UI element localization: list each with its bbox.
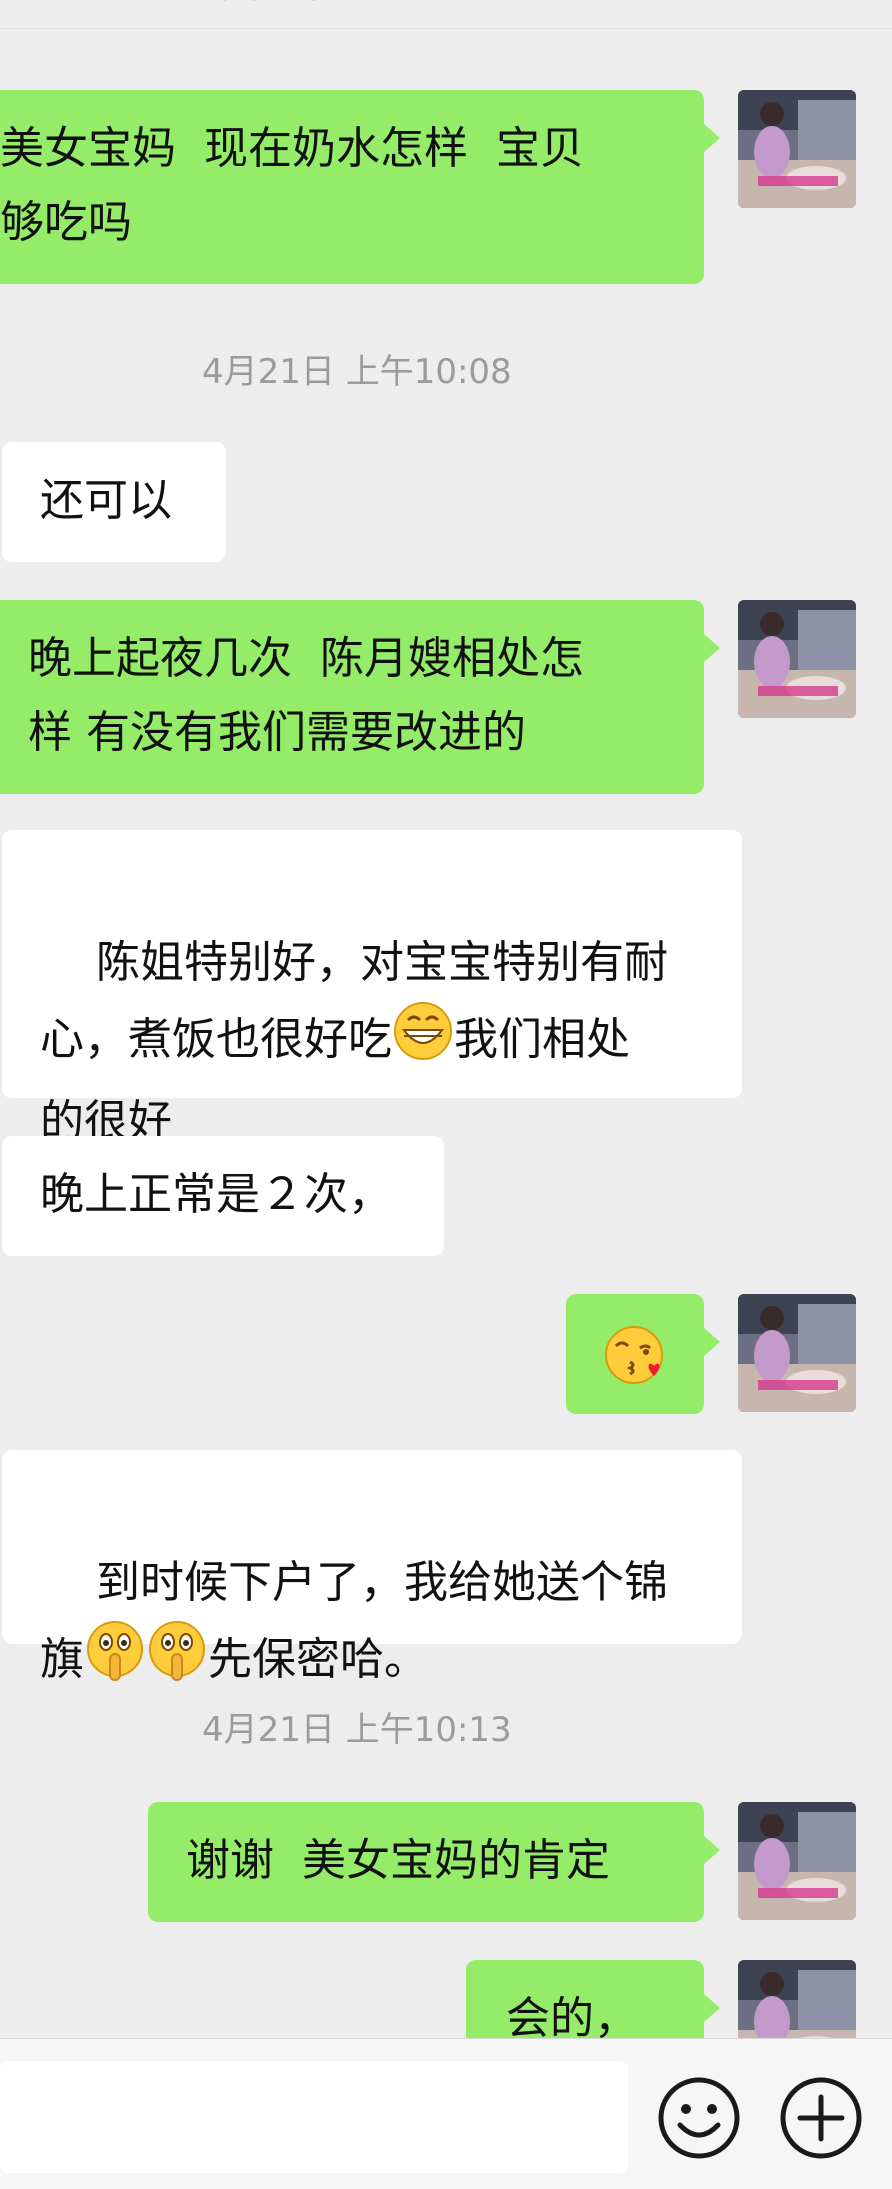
avatar-photo — [738, 600, 856, 718]
avatar[interactable] — [738, 1802, 856, 1920]
more-plus-button[interactable] — [778, 2075, 864, 2161]
sent-message-bubble[interactable]: 谢谢 美女宝妈的肯定 — [148, 1802, 720, 1922]
message-text: 谢谢 美女宝妈的肯定 — [186, 1835, 610, 1886]
message-text-part: 先保密哈。 — [208, 1634, 428, 1685]
received-message-bubble[interactable]: 晚上正常是２次， — [2, 1136, 444, 1256]
kissing-face-emoji-icon — [602, 1322, 668, 1411]
received-message-bubble[interactable]: 到时候下户了，我给她送个锦 旗先保密哈。 — [2, 1450, 742, 1685]
avatar[interactable] — [738, 1294, 856, 1412]
shushing-emoji-icon — [146, 1620, 208, 1705]
previous-message-edge: ·· · ·· — [0, 0, 892, 29]
sent-message-bubble[interactable]: 美女宝妈 现在奶水怎样 宝贝 够吃吗 — [0, 90, 720, 284]
avatar-photo — [738, 1294, 856, 1412]
timestamp: 4月21日 上午10:13 — [202, 1710, 512, 1750]
sent-message-bubble[interactable]: 😘 — [566, 1294, 720, 1414]
emoji-button[interactable] — [656, 2075, 742, 2161]
timestamp: 4月21日 上午10:08 — [202, 352, 512, 392]
grinning-emoji-icon — [392, 1000, 454, 1085]
cutoff-text-fragment: ·· · ·· — [220, 0, 420, 12]
message-text: 晚上起夜几次 陈月嫂相处怎 样 有没有我们需要改进的 — [28, 633, 584, 758]
received-message-bubble[interactable]: 陈姐特别好，对宝宝特别有耐 心，煮饭也很好吃 我们相处 的很好 — [2, 830, 742, 1147]
plus-circle-icon — [780, 2077, 862, 2159]
received-message-bubble[interactable]: 还可以 — [2, 442, 226, 562]
message-text: 晚上正常是２次， — [40, 1169, 392, 1220]
chat-input-bar — [0, 2038, 892, 2189]
message-input[interactable] — [0, 2061, 628, 2173]
avatar[interactable] — [738, 90, 856, 208]
shushing-emoji-icon — [84, 1620, 146, 1705]
message-text: 美女宝妈 现在奶水怎样 宝贝 够吃吗 — [0, 123, 584, 248]
avatar-photo — [738, 1802, 856, 1920]
message-text: 还可以 — [40, 475, 172, 526]
smiley-face-icon — [658, 2077, 740, 2159]
avatar[interactable] — [738, 600, 856, 718]
avatar-photo — [738, 90, 856, 208]
sent-message-bubble[interactable]: 晚上起夜几次 陈月嫂相处怎 样 有没有我们需要改进的 — [0, 600, 720, 794]
